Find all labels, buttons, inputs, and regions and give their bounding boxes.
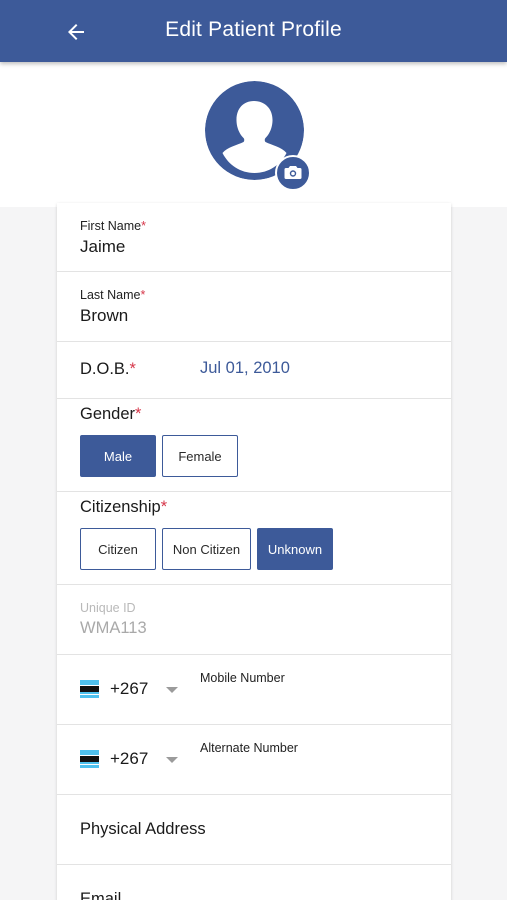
botswana-flag-icon (80, 680, 99, 698)
mobile-number-field: +267 Mobile Number (57, 655, 451, 725)
alternate-country-code[interactable]: +267 (110, 749, 148, 769)
mobile-number-input[interactable] (200, 690, 430, 716)
unique-id-label: Unique ID (80, 601, 136, 615)
alternate-number-field: +267 Alternate Number (57, 725, 451, 795)
page-title: Edit Patient Profile (165, 18, 342, 41)
profile-photo-section (0, 62, 507, 207)
last-name-value[interactable]: Brown (80, 306, 128, 326)
unique-id-field: Unique ID WMA113 (57, 585, 451, 655)
gender-label: Gender* (80, 405, 142, 423)
last-name-label: Last Name* (80, 288, 146, 302)
dob-picker[interactable]: Jul 01, 2010 (200, 359, 290, 378)
email-field[interactable]: Email (57, 865, 451, 900)
citizenship-unknown-button[interactable]: Unknown (257, 528, 333, 570)
alternate-number-label: Alternate Number (200, 741, 298, 755)
alternate-number-input[interactable] (200, 760, 430, 786)
dob-field: D.O.B.* Jul 01, 2010 (57, 342, 451, 399)
first-name-value[interactable]: Jaime (80, 237, 125, 257)
citizenship-citizen-button[interactable]: Citizen (80, 528, 156, 570)
citizenship-label: Citizenship* (80, 498, 168, 516)
first-name-field[interactable]: First Name* Jaime (57, 203, 451, 272)
change-photo-button[interactable] (275, 155, 311, 191)
gender-female-button[interactable]: Female (162, 435, 238, 477)
botswana-flag-icon (80, 750, 99, 768)
citizenship-non-citizen-button[interactable]: Non Citizen (162, 528, 251, 570)
patient-form-card: First Name* Jaime Last Name* Brown D.O.B… (57, 203, 451, 900)
mobile-number-label: Mobile Number (200, 671, 285, 685)
gender-field: Gender* Male Female (57, 399, 451, 492)
camera-icon (284, 166, 302, 179)
first-name-label: First Name* (80, 219, 146, 233)
unique-id-value: WMA113 (80, 619, 147, 637)
email-label: Email (80, 890, 122, 900)
physical-address-label: Physical Address (80, 820, 206, 838)
dob-label: D.O.B.* (80, 360, 136, 378)
chevron-down-icon[interactable] (166, 757, 178, 763)
last-name-field[interactable]: Last Name* Brown (57, 272, 451, 342)
app-bar: Edit Patient Profile (0, 0, 507, 62)
chevron-down-icon[interactable] (166, 687, 178, 693)
physical-address-field[interactable]: Physical Address (57, 795, 451, 865)
citizenship-field: Citizenship* Citizen Non Citizen Unknown (57, 492, 451, 585)
mobile-country-code[interactable]: +267 (110, 679, 148, 699)
gender-male-button[interactable]: Male (80, 435, 156, 477)
